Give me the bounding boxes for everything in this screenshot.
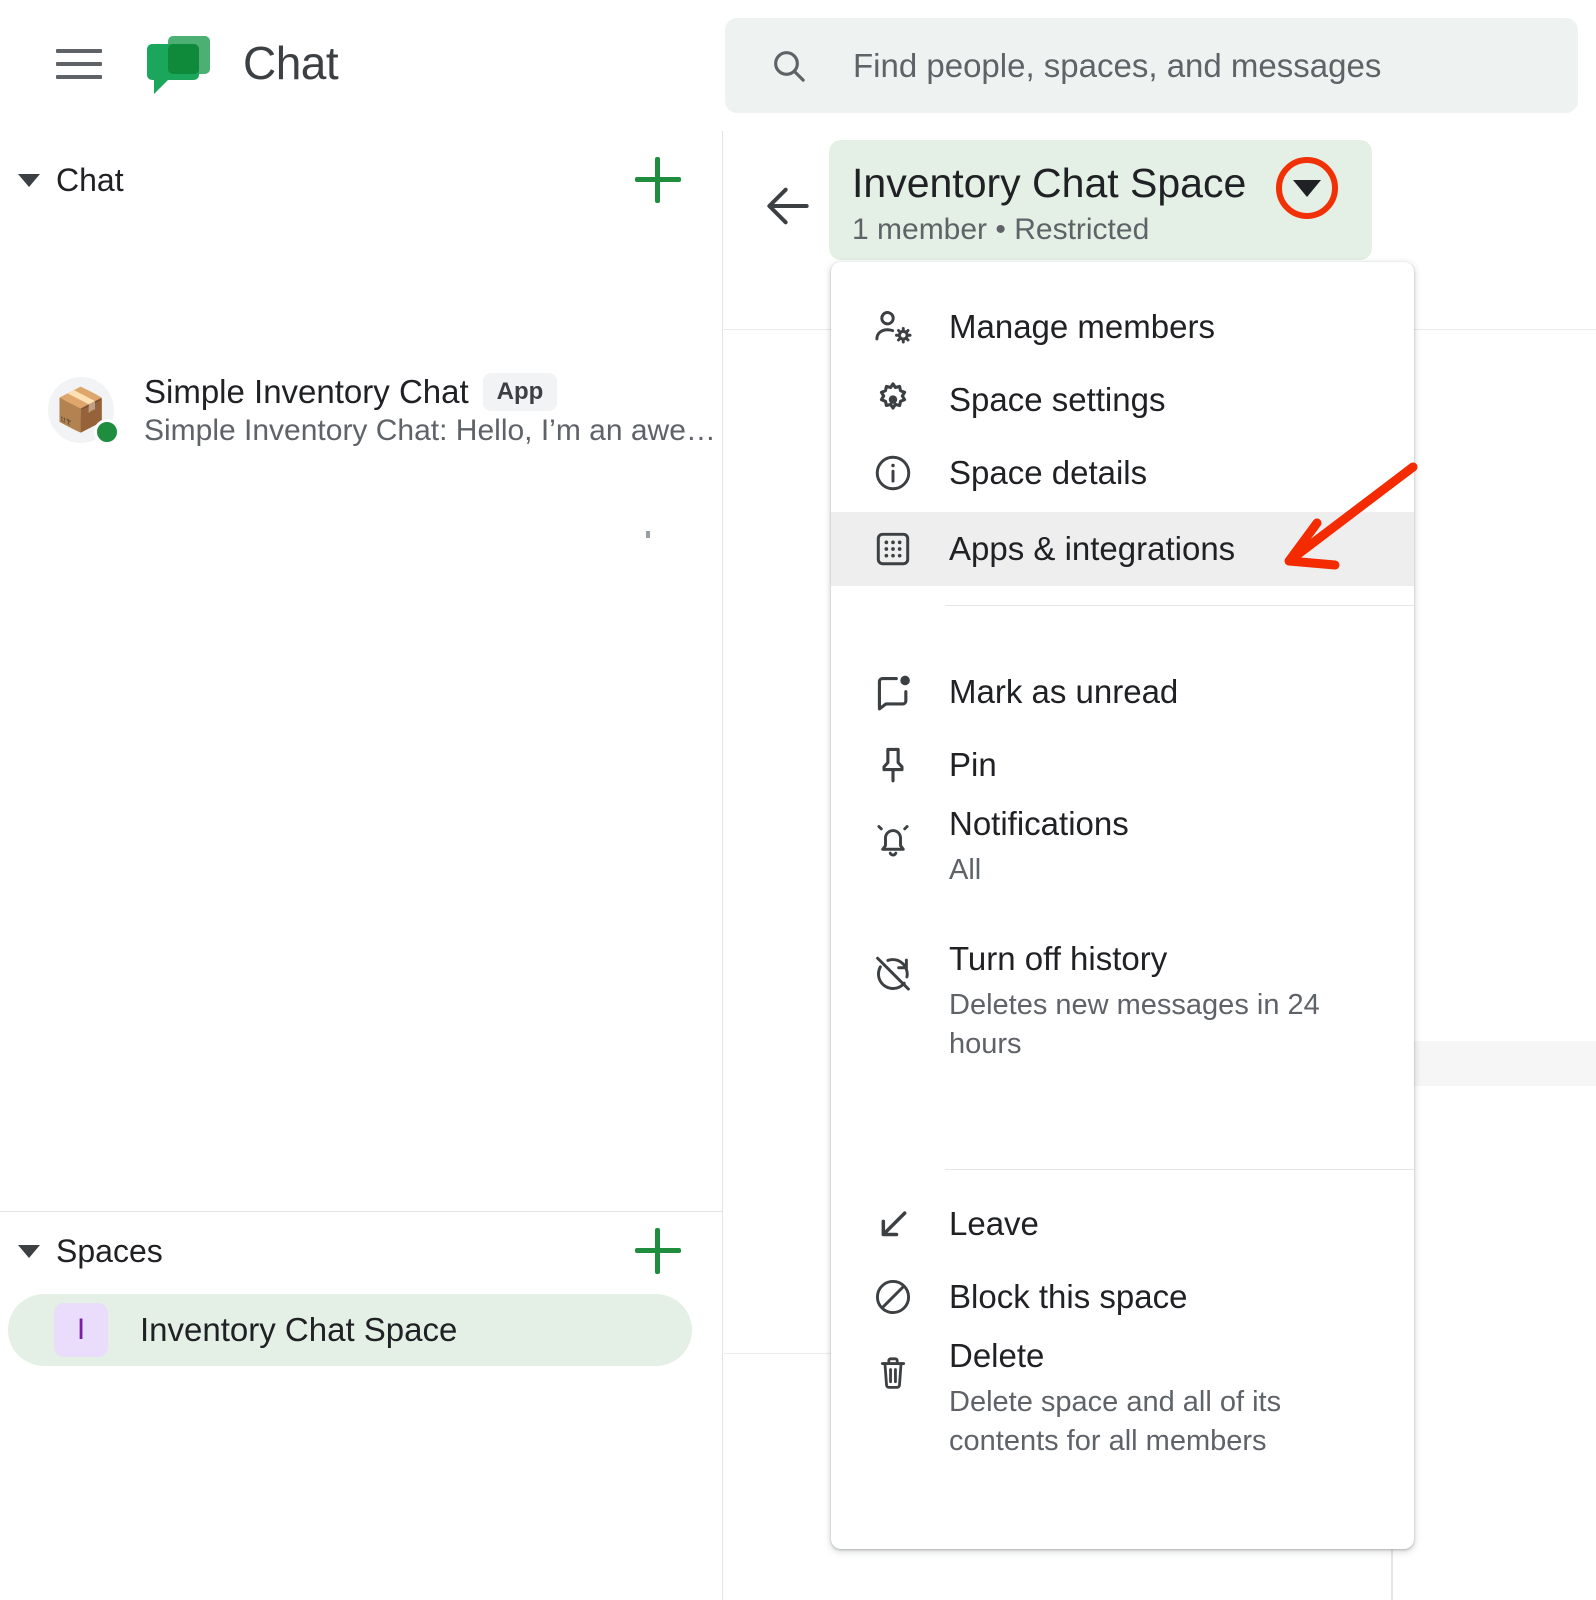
menu-item-body: Mark as unread	[949, 673, 1178, 711]
list-item-text: Simple Inventory Chat App Simple Invento…	[144, 373, 716, 448]
menu-item-label: Manage members	[949, 308, 1215, 346]
presence-online-indicator	[94, 419, 120, 445]
menu-item-label: Space details	[949, 454, 1147, 492]
back-arrow-icon[interactable]	[760, 178, 816, 234]
app-badge: App	[483, 373, 558, 411]
menu-item-body: Pin	[949, 746, 997, 784]
page-title: Inventory Chat Space	[852, 160, 1246, 207]
menu-item-label: Block this space	[949, 1278, 1187, 1316]
google-chat-logo	[146, 32, 214, 100]
menu-item-label: Leave	[949, 1205, 1039, 1243]
avatar: 📦	[48, 377, 114, 443]
menu-item-sublabel: Delete space and all of its contents for…	[949, 1383, 1341, 1461]
sidebar-divider	[0, 1211, 723, 1212]
caret-down-icon[interactable]	[18, 1245, 40, 1258]
red-highlight-circle[interactable]	[1276, 157, 1338, 219]
menu-divider	[945, 1169, 1414, 1170]
search-input[interactable]: Find people, spaces, and messages	[853, 47, 1381, 85]
search-bar[interactable]: Find people, spaces, and messages	[725, 18, 1578, 113]
block-icon	[869, 1273, 917, 1321]
menu-item-delete[interactable]: Delete Delete space and all of its conte…	[831, 1337, 1414, 1507]
trash-icon	[869, 1349, 917, 1397]
menu-item-body: Delete Delete space and all of its conte…	[949, 1337, 1341, 1461]
history-off-icon	[869, 950, 917, 998]
artifact-speck	[646, 531, 650, 538]
apps-grid-icon	[869, 525, 917, 573]
list-item[interactable]: 📦 Simple Inventory Chat App Simple Inven…	[0, 356, 723, 464]
space-header-subtitle: 1 member • Restricted	[852, 213, 1149, 247]
hamburger-bar	[56, 75, 102, 79]
menu-item-body: Notifications All	[949, 805, 1129, 890]
menu-item-label: Delete	[949, 1337, 1341, 1375]
menu-item-mark-as-unread[interactable]: Mark as unread	[831, 655, 1414, 729]
bell-icon	[869, 817, 917, 865]
menu-item-pin[interactable]: Pin	[831, 728, 1414, 802]
menu-item-body: Leave	[949, 1205, 1039, 1243]
menu-item-space-settings[interactable]: Space settings	[831, 363, 1414, 437]
search-icon	[769, 46, 809, 86]
menu-item-sublabel: All	[949, 851, 1129, 890]
hamburger-icon[interactable]	[56, 44, 104, 84]
menu-item-body: Turn off history Deletes new messages in…	[949, 940, 1341, 1064]
space-header[interactable]: Inventory Chat Space 1 member • Restrict…	[829, 140, 1372, 260]
mark-unread-icon	[869, 668, 917, 716]
menu-item-block-this-space[interactable]: Block this space	[831, 1260, 1414, 1334]
menu-item-body: Manage members	[949, 308, 1215, 346]
menu-item-label: Mark as unread	[949, 673, 1178, 711]
leave-icon	[869, 1200, 917, 1248]
menu-item-label: Notifications	[949, 805, 1129, 843]
menu-item-label: Space settings	[949, 381, 1165, 419]
menu-item-notifications[interactable]: Notifications All	[831, 805, 1414, 915]
menu-item-body: Space details	[949, 454, 1147, 492]
top-bar: Chat Find people, spaces, and messages	[0, 0, 1596, 131]
info-icon	[869, 449, 917, 497]
sidebar-item-inventory-chat-space[interactable]: I Inventory Chat Space	[8, 1294, 692, 1366]
menu-item-label: Apps & integrations	[949, 530, 1235, 568]
spaces-section-label: Spaces	[56, 1233, 163, 1270]
space-initial-chip: I	[54, 1303, 108, 1357]
pin-icon	[869, 741, 917, 789]
chat-section-label: Chat	[56, 162, 124, 199]
caret-down-icon[interactable]	[18, 174, 40, 187]
left-sidebar: Chat 📦 Simple Inventory Chat App Simple …	[0, 131, 723, 1600]
manage-members-icon	[869, 303, 917, 351]
menu-item-body: Space settings	[949, 381, 1165, 419]
new-space-plus-icon[interactable]	[635, 1228, 681, 1274]
google-chat-window: Chat Find people, spaces, and messages C…	[0, 0, 1596, 1600]
menu-item-label: Pin	[949, 746, 997, 784]
gear-icon	[869, 376, 917, 424]
menu-item-body: Block this space	[949, 1278, 1187, 1316]
new-chat-plus-icon[interactable]	[635, 157, 681, 203]
menu-item-sublabel: Deletes new messages in 24 hours	[949, 986, 1341, 1064]
red-pointer-arrow	[1265, 455, 1425, 580]
hamburger-bar	[56, 62, 102, 66]
space-name: Inventory Chat Space	[140, 1311, 457, 1349]
menu-item-label: Turn off history	[949, 940, 1341, 978]
menu-item-leave[interactable]: Leave	[831, 1187, 1414, 1261]
chat-section-header[interactable]: Chat	[0, 145, 723, 215]
menu-item-turn-off-history[interactable]: Turn off history Deletes new messages in…	[831, 940, 1414, 1100]
background-content-band	[1396, 1041, 1596, 1086]
spaces-section-header[interactable]: Spaces	[0, 1216, 723, 1286]
list-item-title-row: Simple Inventory Chat App	[144, 373, 716, 411]
chat-name: Simple Inventory Chat	[144, 373, 469, 411]
menu-item-body: Apps & integrations	[949, 530, 1235, 568]
app-title: Chat	[243, 36, 338, 90]
menu-item-manage-members[interactable]: Manage members	[831, 290, 1414, 364]
hamburger-bar	[56, 49, 102, 53]
chat-snippet: Simple Inventory Chat: Hello, I’m an awe…	[144, 414, 716, 448]
chevron-down-icon[interactable]	[1293, 180, 1321, 197]
menu-divider	[945, 605, 1414, 606]
